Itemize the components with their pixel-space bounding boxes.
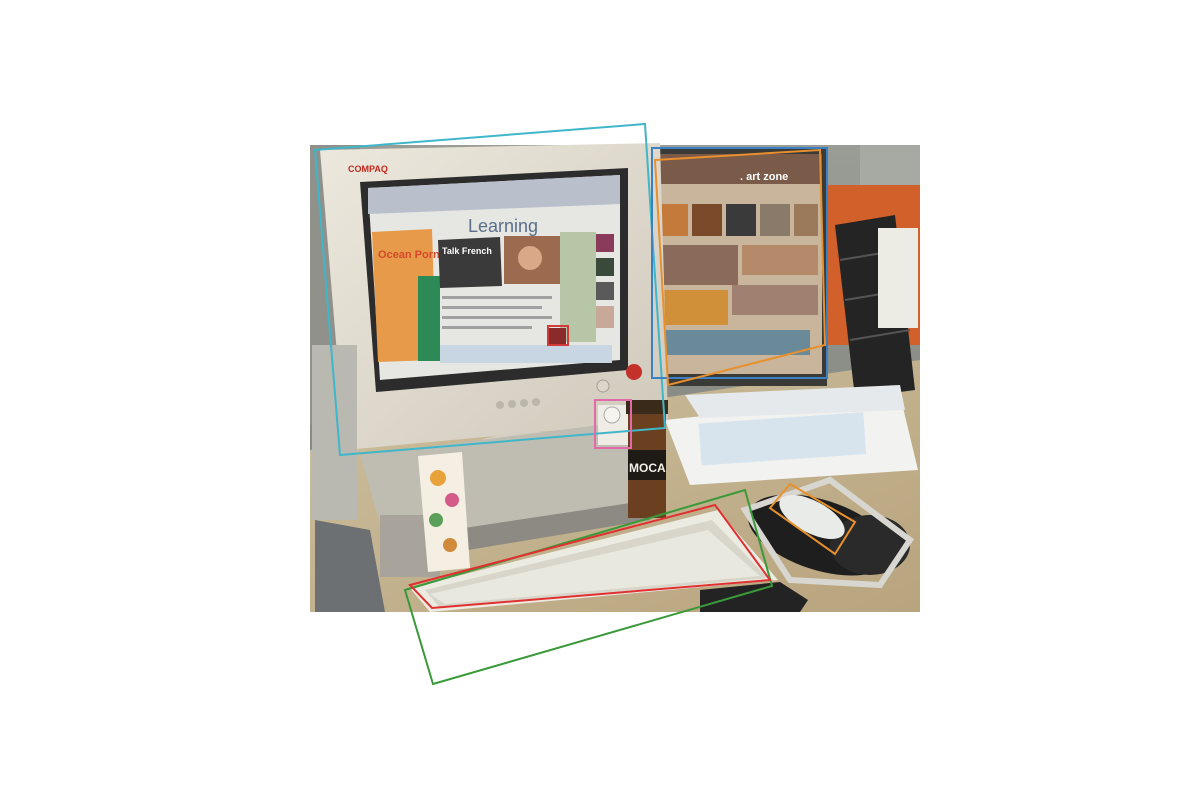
- green-column: [418, 276, 440, 361]
- content-line-2: [442, 306, 542, 309]
- thumb-5: [794, 204, 818, 236]
- printout: [665, 385, 918, 485]
- monitor-button-1: [496, 401, 504, 409]
- content-line-1: [442, 296, 552, 299]
- right-thumb-4: [596, 306, 614, 328]
- wall-right: [860, 145, 920, 185]
- left-speaker: [312, 345, 357, 520]
- coffee-jar: MOCA: [626, 400, 668, 518]
- right-monitor: . art zone: [645, 148, 827, 386]
- monitor-button-2: [508, 400, 516, 408]
- thumb-4: [760, 204, 790, 236]
- right-thumb-1: [596, 234, 614, 252]
- thumb-3: [726, 204, 756, 236]
- right-screen-block-c: [658, 290, 728, 325]
- monitor-button-4: [532, 398, 540, 406]
- page-headline: Learning: [468, 216, 538, 236]
- bottom-strip: [440, 345, 612, 363]
- photo-canvas: . art zone COMPAQ Ocean Porn Learning Ta…: [0, 0, 1200, 800]
- content-line-4: [442, 326, 532, 329]
- right-screen-block-a: [658, 245, 738, 285]
- figurine: [598, 405, 628, 445]
- right-screen-block-b: [742, 245, 818, 275]
- talk-french-block: [438, 237, 502, 288]
- monitor-sticker: [626, 364, 642, 380]
- power-button: [596, 379, 610, 393]
- right-thumb-3: [596, 282, 614, 300]
- artzone-header: . art zone: [740, 171, 788, 183]
- thumb-2: [692, 204, 722, 236]
- desk-photo: . art zone COMPAQ Ocean Porn Learning Ta…: [310, 122, 920, 686]
- right-screen-block-e: [660, 330, 810, 355]
- right-screen-block-d: [732, 285, 818, 315]
- monitor-brand: COMPAQ: [348, 164, 388, 174]
- right-thumb-2: [596, 258, 614, 276]
- small-red-photo: [548, 328, 566, 344]
- monitor-button-3: [520, 399, 528, 407]
- left-sidebar-logo: Ocean Porn: [378, 249, 440, 261]
- talk-french-heading: Talk French: [442, 246, 492, 256]
- content-line-3: [442, 316, 552, 319]
- rack-papers: [878, 228, 918, 328]
- jar-label: MOCA: [629, 461, 666, 475]
